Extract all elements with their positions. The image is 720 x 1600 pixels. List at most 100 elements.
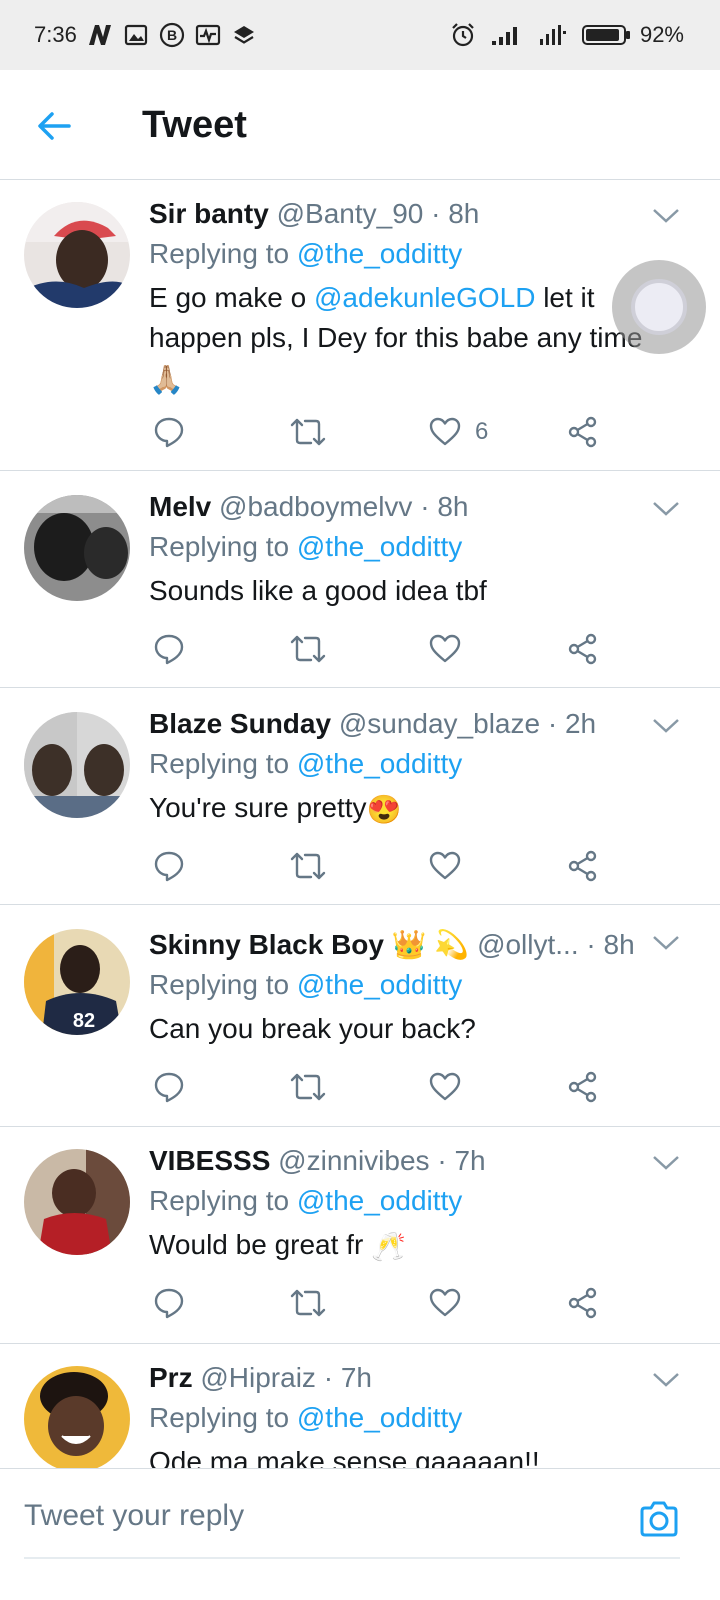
battery-icon <box>581 25 630 45</box>
reply-input-underline <box>24 1557 680 1559</box>
retweet-button[interactable] <box>289 1067 327 1107</box>
reply-input[interactable]: Tweet your reply <box>24 1499 244 1533</box>
like-button[interactable] <box>429 1067 461 1107</box>
display-name[interactable]: Melv <box>149 491 211 522</box>
handle[interactable]: @badboymelvv <box>219 491 412 522</box>
handle[interactable]: @sunday_blaze <box>339 708 540 739</box>
avatar[interactable] <box>24 1366 130 1468</box>
tweet-item[interactable]: Prz @Hipraiz · 7h Replying to @the_oddit… <box>0 1344 720 1468</box>
svg-text:82: 82 <box>73 1010 95 1032</box>
like-button[interactable] <box>429 1283 461 1323</box>
heart-icon <box>429 1072 461 1101</box>
handle[interactable]: @Hipraiz <box>200 1362 316 1393</box>
display-name[interactable]: Prz <box>149 1362 193 1393</box>
avatar[interactable]: 82 <box>24 929 130 1035</box>
replying-mention[interactable]: @the_odditty <box>297 238 462 269</box>
retweet-icon <box>290 635 326 663</box>
replying-mention[interactable]: @the_odditty <box>297 531 462 562</box>
tweet-text: E go make o @adekunleGOLD let it happen … <box>149 278 669 400</box>
share-icon <box>568 416 597 448</box>
retweet-button[interactable] <box>289 629 327 669</box>
avatar[interactable] <box>24 1149 130 1255</box>
tweet-menu-button[interactable] <box>652 1370 680 1390</box>
retweet-icon <box>290 418 326 446</box>
timestamp: 8h <box>448 198 480 229</box>
reply-button[interactable] <box>153 412 185 452</box>
reply-button[interactable] <box>153 1067 185 1107</box>
camera-button[interactable] <box>638 1499 680 1539</box>
replying-mention[interactable]: @the_odditty <box>297 748 462 779</box>
like-button[interactable] <box>429 629 461 669</box>
avatar[interactable] <box>24 495 130 601</box>
battery-level <box>585 29 619 41</box>
share-icon <box>568 1071 597 1103</box>
tweet-actions <box>149 1067 619 1107</box>
share-button[interactable] <box>567 1067 599 1107</box>
handle[interactable]: @ollyt... <box>477 929 579 960</box>
tweet-header: VIBESSS @zinnivibes · 7h <box>149 1143 486 1179</box>
reply-button[interactable] <box>153 846 185 886</box>
replying-label: Replying to <box>149 969 290 1000</box>
like-button[interactable]: 6 <box>429 412 488 452</box>
avatar[interactable] <box>24 202 130 308</box>
assistive-touch-button[interactable] <box>612 260 706 354</box>
tweet-text: Can you break your back? <box>149 1013 476 1044</box>
tweet-actions <box>149 846 619 886</box>
retweet-button[interactable] <box>289 1283 327 1323</box>
replying-to: Replying to @the_odditty <box>149 529 462 565</box>
replying-label: Replying to <box>149 1185 290 1216</box>
share-icon <box>568 850 597 882</box>
tweet-actions: 6 <box>149 412 619 452</box>
tweet-menu-button[interactable] <box>652 933 680 953</box>
tweet-item[interactable]: 82 Skinny Black Boy 👑 💫 @ollyt... · 8h R… <box>0 905 720 1127</box>
display-name[interactable]: Skinny Black Boy <box>149 929 384 960</box>
tweet-item[interactable]: VIBESSS @zinnivibes · 7h Replying to @th… <box>0 1127 720 1344</box>
tweet-menu-button[interactable] <box>652 716 680 736</box>
chevron-down-icon <box>653 502 679 516</box>
retweet-icon <box>290 1073 326 1101</box>
reply-button[interactable] <box>153 629 185 669</box>
tweet-text: Sounds like a good idea tbf <box>149 575 487 606</box>
handle[interactable]: @zinnivibes <box>278 1145 429 1176</box>
replying-label: Replying to <box>149 531 290 562</box>
retweet-button[interactable] <box>289 412 327 452</box>
retweet-button[interactable] <box>289 846 327 886</box>
heart-icon <box>429 634 461 663</box>
tweet-menu-button[interactable] <box>652 499 680 519</box>
tweet-menu-button[interactable] <box>652 206 680 226</box>
avatar[interactable] <box>24 712 130 818</box>
share-button[interactable] <box>567 412 599 452</box>
separator-dot: · <box>420 491 430 522</box>
tweet-menu-button[interactable] <box>652 1153 680 1173</box>
arrow-left-icon <box>38 112 71 140</box>
chevron-down-icon <box>653 1373 679 1387</box>
tweet-header: Skinny Black Boy 👑 💫 @ollyt... · 8h <box>149 927 635 963</box>
back-button[interactable] <box>32 108 76 144</box>
retweet-icon <box>290 1289 326 1317</box>
replying-mention[interactable]: @the_odditty <box>297 969 462 1000</box>
reply-button[interactable] <box>153 1283 185 1323</box>
replying-mention[interactable]: @the_odditty <box>297 1185 462 1216</box>
timestamp: 7h <box>454 1145 486 1176</box>
mention-link[interactable]: @adekunleGOLD <box>314 282 535 313</box>
battery-percent: 92% <box>639 22 684 47</box>
heart-icon <box>429 851 461 880</box>
share-button[interactable] <box>567 629 599 669</box>
display-name[interactable]: Blaze Sunday <box>149 708 331 739</box>
replying-mention[interactable]: @the_odditty <box>297 1402 462 1433</box>
tweet-item[interactable]: Blaze Sunday @sunday_blaze · 2h Replying… <box>0 688 720 905</box>
retweet-icon <box>290 852 326 880</box>
share-button[interactable] <box>567 846 599 886</box>
clock: 7:36 <box>34 22 77 47</box>
tweet-item[interactable]: Sir banty @Banty_90 · 8h Replying to @th… <box>0 180 720 471</box>
handle[interactable]: @Banty_90 <box>277 198 424 229</box>
status-bar: 7:36 B 92% <box>0 0 720 70</box>
clinking-glasses-emoji: 🥂 <box>371 1230 406 1262</box>
like-button[interactable] <box>429 846 461 886</box>
tweet-item[interactable]: Melv @badboymelvv · 8h Replying to @the_… <box>0 471 720 688</box>
chevron-down-icon <box>653 1156 679 1170</box>
b-circle-icon: B <box>159 22 185 48</box>
display-name[interactable]: VIBESSS <box>149 1145 270 1176</box>
share-button[interactable] <box>567 1283 599 1323</box>
display-name[interactable]: Sir banty <box>149 198 269 229</box>
